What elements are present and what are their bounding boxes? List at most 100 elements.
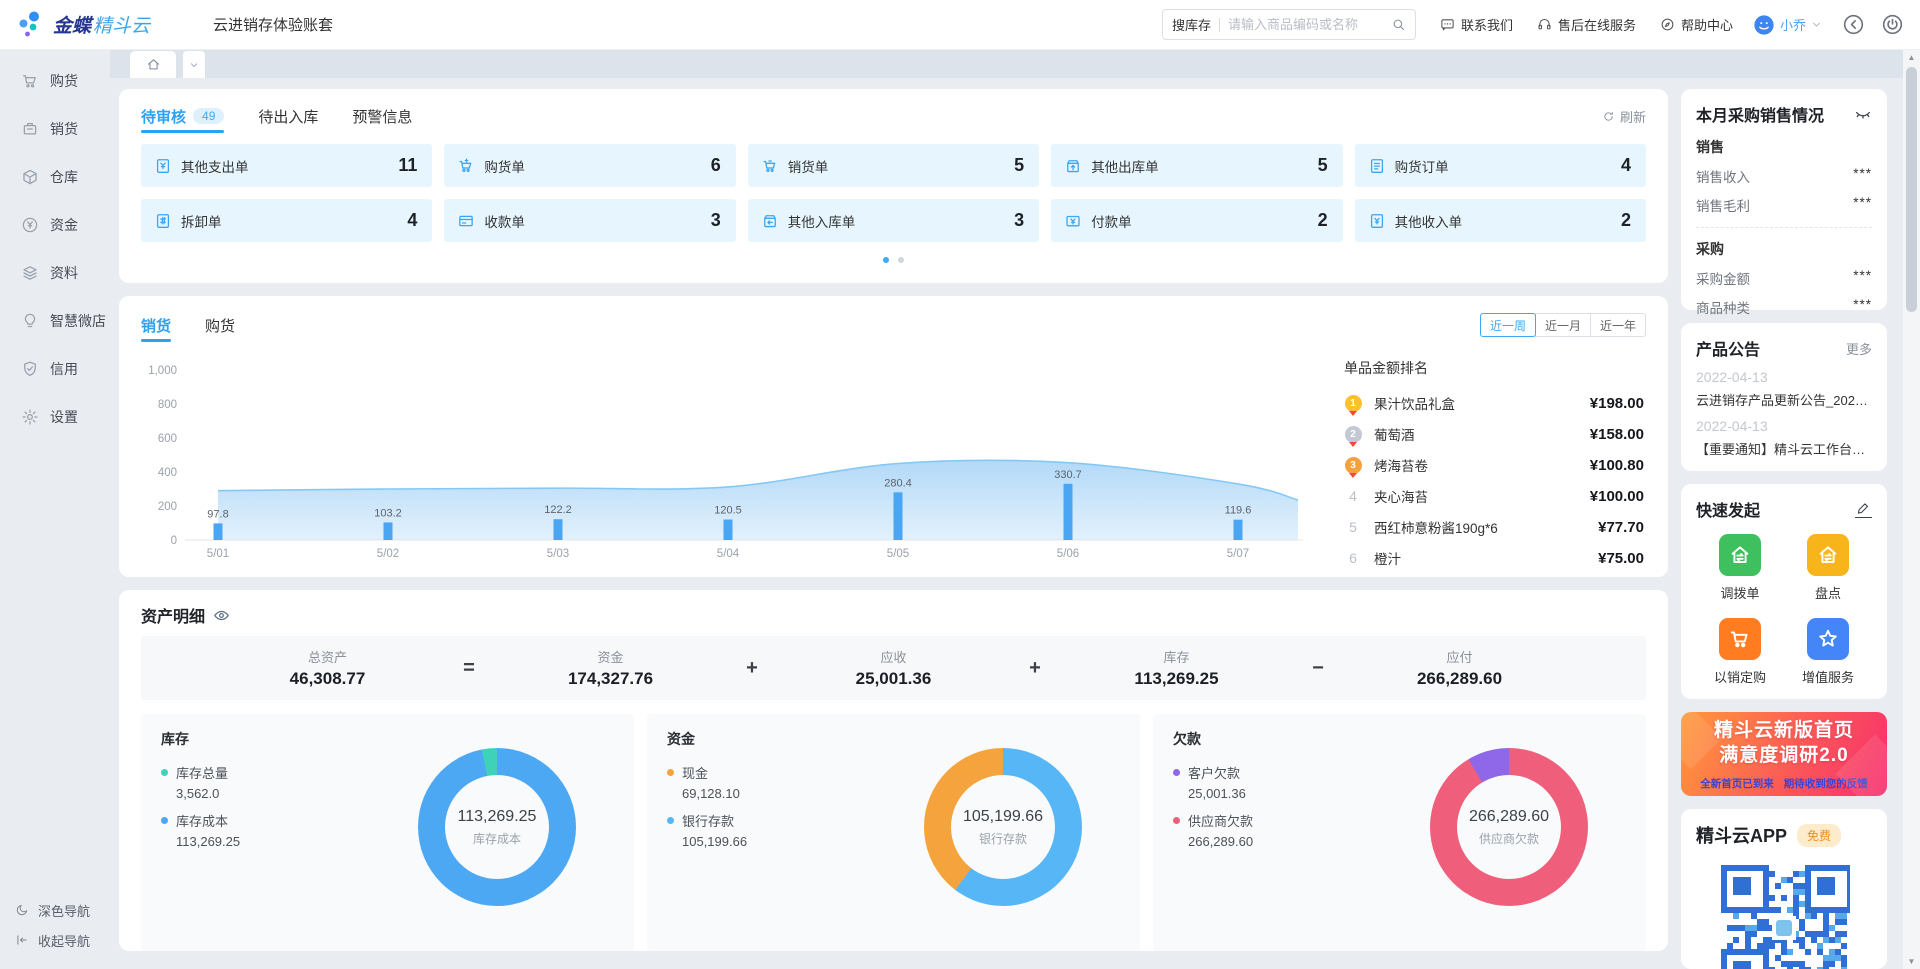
eye-icon[interactable] <box>213 607 230 624</box>
scrollbar-up-arrow[interactable]: ▲ <box>1903 49 1920 65</box>
sidebar-item-settings[interactable]: 设置 <box>0 393 110 441</box>
todo-card[interactable]: 其他出库单5 <box>1051 144 1342 187</box>
trade-tab-sales[interactable]: 销货 <box>141 308 171 342</box>
header-link-contact-us[interactable]: 联系我们 <box>1440 15 1513 34</box>
todo-card-count: 3 <box>711 210 721 231</box>
sidebar-footer-collapse-nav[interactable]: 收起导航 <box>0 925 110 955</box>
todo-card[interactable]: 其他收入单2 <box>1355 199 1646 242</box>
scrollbar-down-arrow[interactable]: ▼ <box>1903 953 1920 969</box>
rank-number: 4 <box>1344 488 1362 504</box>
todo-card[interactable]: 付款单2 <box>1051 199 1342 242</box>
pagination-dot[interactable] <box>898 257 904 263</box>
cards-pagination <box>141 257 1646 263</box>
todo-card[interactable]: 购货订单4 <box>1355 144 1646 187</box>
ranking-row[interactable]: 5西红柿意粉酱190g*6¥77.70 <box>1344 512 1644 542</box>
header-link-help-center[interactable]: 帮助中心 <box>1660 15 1733 34</box>
trade-tab-purchase[interactable]: 购货 <box>205 308 235 342</box>
header-link-label: 售后在线服务 <box>1558 15 1636 34</box>
sidebar-item-micro-shop[interactable]: 智慧微店 <box>0 297 110 345</box>
todo-card[interactable]: 购货单6 <box>444 144 735 187</box>
sidebar-footer-label: 收起导航 <box>38 931 90 950</box>
pagination-dot[interactable] <box>883 257 889 263</box>
search-icon[interactable] <box>1391 17 1406 32</box>
todo-card[interactable]: 其他支出单11 <box>141 144 432 187</box>
avatar <box>1753 14 1775 36</box>
tab-badge: 49 <box>193 108 224 124</box>
donut-center-label: 库存成本 <box>473 830 521 847</box>
search-scope-label[interactable]: 搜库存 <box>1172 15 1211 34</box>
logout-button[interactable] <box>1881 13 1904 36</box>
ranking-item-amount: ¥158.00 <box>1590 426 1644 443</box>
todo-card[interactable]: 拆卸单4 <box>141 199 432 242</box>
gear-icon <box>21 408 39 426</box>
todo-card[interactable]: 其他入库单3 <box>748 199 1039 242</box>
monthly-section-heading: 采购 <box>1696 239 1872 259</box>
ranking-row[interactable]: 3烤海苔卷¥100.80 <box>1344 450 1644 480</box>
todo-card-label: 购货订单 <box>1395 156 1449 176</box>
todo-card[interactable]: 销货单5 <box>748 144 1039 187</box>
quick-action-transfer-order[interactable]: 调拨单 <box>1696 534 1784 602</box>
ranking-row[interactable]: 2葡萄酒¥158.00 <box>1344 419 1644 449</box>
order-doc-icon <box>1368 157 1386 175</box>
quick-action-label: 调拨单 <box>1720 583 1759 602</box>
sidebar-item-purchase[interactable]: 购货 <box>0 57 110 105</box>
brand-logo[interactable]: 金蝶精斗云 <box>16 10 181 40</box>
scrollbar-thumb[interactable] <box>1906 67 1917 312</box>
ranking-item-amount: ¥100.00 <box>1590 488 1644 505</box>
sidebar-item-sales[interactable]: 销货 <box>0 105 110 153</box>
todo-card[interactable]: 收款单3 <box>444 199 735 242</box>
refresh-button[interactable]: 刷新 <box>1602 107 1646 126</box>
svg-text:5/07: 5/07 <box>1227 548 1249 560</box>
ranking-row[interactable]: 6橙汁¥75.00 <box>1344 543 1644 573</box>
sidebar-item-warehouse[interactable]: 仓库 <box>0 153 110 201</box>
edit-icon[interactable] <box>1855 501 1872 518</box>
survey-banner[interactable]: 精斗云新版首页 满意度调研2.0 全新首页已到来 期待收到您的反馈 <box>1681 712 1887 796</box>
ranking-item-name: 西红柿意粉酱190g*6 <box>1374 517 1586 537</box>
pending-documents-panel: 待审核49 待出入库预警信息 刷新 其他支出单11 购货单6 销货单5 其他出库单5 购货订… <box>119 89 1668 283</box>
quick-action-purchase-by-sales[interactable]: 以销定购 <box>1696 618 1784 686</box>
sidebar-item-credit[interactable]: 信用 <box>0 345 110 393</box>
home-tab[interactable] <box>130 51 176 78</box>
back-button[interactable] <box>1842 13 1865 36</box>
monthly-row: 销售收入*** <box>1696 166 1872 186</box>
sidebar-item-data[interactable]: 资料 <box>0 249 110 297</box>
user-menu[interactable]: 小乔 <box>1753 14 1822 36</box>
sidebar-nav: 购货销货仓库资金资料智慧微店信用设置 深色导航收起导航 <box>0 49 110 969</box>
brand-name-bold: 金蝶 <box>53 16 91 37</box>
range-button[interactable]: 近一周 <box>1480 313 1536 337</box>
announcement-link[interactable]: 【重要通知】精斗云工作台域... <box>1696 439 1872 458</box>
app-qr-code <box>1718 862 1850 969</box>
search-input[interactable] <box>1228 17 1391 32</box>
inventory-search-box[interactable]: 搜库存 <box>1162 9 1416 40</box>
summary-item: 资金174,327.76 <box>484 647 737 689</box>
announcement-link[interactable]: 云进销存产品更新公告_20220... <box>1696 390 1872 409</box>
quick-action-stocktake[interactable]: 盘点 <box>1784 534 1872 602</box>
yen-circle-icon <box>21 216 39 234</box>
monthly-row-value: *** <box>1853 166 1872 186</box>
quick-action-value-added-service[interactable]: 增值服务 <box>1784 618 1872 686</box>
summary-label: 应收 <box>767 647 1020 666</box>
sidebar-footer-dark-nav[interactable]: 深色导航 <box>0 895 110 925</box>
monthly-title: 本月采购销售情况 <box>1696 102 1824 126</box>
svg-text:200: 200 <box>158 501 177 513</box>
summary-item: 总资产46,308.77 <box>201 647 454 689</box>
tab-list-dropdown[interactable] <box>183 51 205 78</box>
range-button[interactable]: 近一月 <box>1535 313 1591 337</box>
range-button[interactable]: 近一年 <box>1590 313 1646 337</box>
window-tab-strip <box>110 49 1920 78</box>
legend-label: 库存总量 <box>176 763 228 782</box>
eye-closed-icon[interactable] <box>1854 105 1872 123</box>
header-link-after-sales-service[interactable]: 售后在线服务 <box>1537 15 1636 34</box>
sales-trend-chart: 02004006008001,00097.8103.2122.2120.5280… <box>133 352 1323 573</box>
tab-pending-in-out[interactable]: 待出入库 <box>258 99 318 133</box>
announcements-more-link[interactable]: 更多 <box>1846 339 1872 358</box>
donut-center-value: 266,289.60 <box>1469 808 1549 826</box>
quick-action-label: 盘点 <box>1815 583 1841 602</box>
tab-alerts[interactable]: 预警信息 <box>352 99 412 133</box>
ranking-row[interactable]: 1果汁饮品礼盒¥198.00 <box>1344 388 1644 418</box>
ranking-row[interactable]: 4夹心海苔¥100.00 <box>1344 481 1644 511</box>
tab-pending-approval[interactable]: 待审核49 <box>141 99 224 133</box>
summary-value: 25,001.36 <box>767 669 1020 689</box>
sidebar-item-funds[interactable]: 资金 <box>0 201 110 249</box>
sidebar-item-label: 购货 <box>50 71 78 91</box>
